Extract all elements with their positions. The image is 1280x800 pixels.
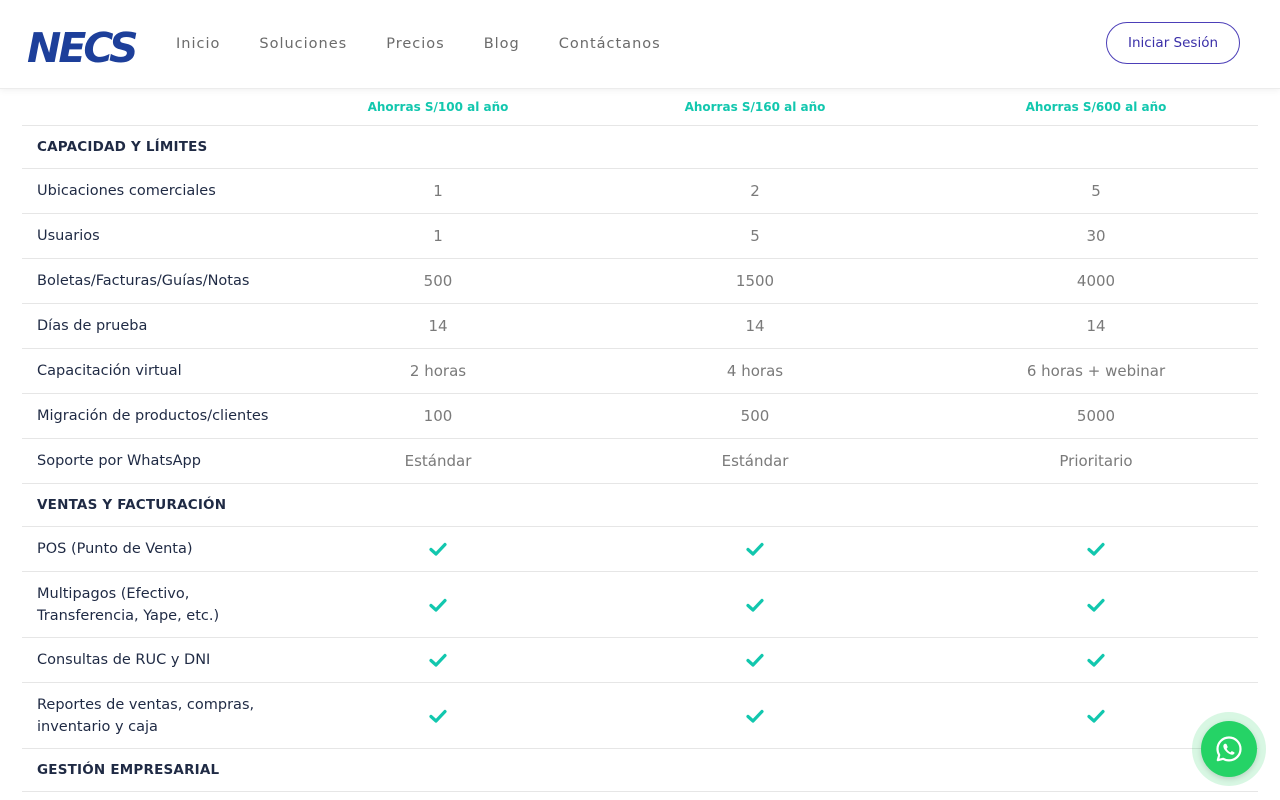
feature-label: Soporte por WhatsApp [37, 453, 201, 469]
section-header-ventas: VENTAS Y FACTURACIÓN [22, 484, 1258, 527]
section-header-capacidad: CAPACIDAD Y LÍMITES [22, 126, 1258, 169]
value-cell: 6 horas + webinar [1026, 362, 1166, 380]
nav-inicio[interactable]: Inicio [176, 35, 220, 53]
table-row: Días de prueba 14 14 14 [22, 304, 1258, 349]
feature-label: Multipagos (Efectivo, Transferencia, Yap… [37, 583, 219, 627]
savings-standard: Ahorras S/160 al año [684, 100, 826, 114]
table-row: Consultas de RUC y DNI [22, 638, 1258, 683]
value-cell: 14 [745, 317, 765, 335]
check-icon [1087, 709, 1105, 723]
table-row: Boletas/Facturas/Guías/Notas 500 1500 40… [22, 259, 1258, 304]
section-title: CAPACIDAD Y LÍMITES [37, 139, 208, 155]
value-cell: 5 [750, 227, 760, 245]
whatsapp-icon [1216, 736, 1242, 762]
table-row: Ubicaciones comerciales 1 2 5 [22, 169, 1258, 214]
value-cell: 5 [1091, 182, 1101, 200]
value-cell: 2 horas [409, 362, 467, 380]
login-button[interactable]: Iniciar Sesión [1106, 22, 1240, 64]
value-cell: 1 [433, 227, 443, 245]
feature-label: Usuarios [37, 228, 100, 244]
whatsapp-button[interactable] [1192, 712, 1266, 786]
table-row: Usuarios 1 5 30 [22, 214, 1258, 259]
feature-label: Boletas/Facturas/Guías/Notas [37, 273, 250, 289]
check-icon [746, 598, 764, 612]
value-cell: 5000 [1076, 407, 1116, 425]
whatsapp-button-inner [1201, 721, 1257, 777]
check-icon [1087, 542, 1105, 556]
necs-logo[interactable]: NECS [27, 22, 137, 68]
nav-contactanos[interactable]: Contáctanos [559, 35, 661, 53]
section-title: VENTAS Y FACTURACIÓN [37, 497, 227, 513]
value-cell: 1 [433, 182, 443, 200]
value-cell: 500 [423, 272, 453, 290]
table-row: POS (Punto de Venta) [22, 527, 1258, 572]
value-cell: Estándar [404, 452, 472, 470]
nav-precios[interactable]: Precios [386, 35, 444, 53]
check-icon [1087, 598, 1105, 612]
section-title: GESTIÓN EMPRESARIAL [37, 762, 220, 778]
feature-label: Ubicaciones comerciales [37, 183, 216, 199]
value-cell: 30 [1086, 227, 1106, 245]
value-cell: Estándar [721, 452, 789, 470]
value-cell: 4000 [1076, 272, 1116, 290]
site-header: NECS Inicio Soluciones Precios Blog Cont… [0, 0, 1280, 89]
check-icon [746, 653, 764, 667]
check-icon [429, 598, 447, 612]
section-header-gestion: GESTIÓN EMPRESARIAL [22, 749, 1258, 792]
table-row: Soporte por WhatsApp Estándar Estándar P… [22, 439, 1258, 484]
value-cell: 2 [750, 182, 760, 200]
feature-label: POS (Punto de Venta) [37, 541, 193, 557]
main-nav: Inicio Soluciones Precios Blog Contáctan… [176, 35, 700, 53]
savings-basic: Ahorras S/100 al año [367, 100, 509, 114]
value-cell: 1500 [735, 272, 775, 290]
nav-soluciones[interactable]: Soluciones [259, 35, 347, 53]
value-cell: 14 [428, 317, 448, 335]
feature-label-line: inventario y caja [37, 718, 158, 735]
table-row: Multipagos (Efectivo, Transferencia, Yap… [22, 572, 1258, 638]
savings-premium: Ahorras S/600 al año [1025, 100, 1167, 114]
value-cell: 100 [423, 407, 453, 425]
check-icon [429, 653, 447, 667]
table-row: Reportes de ventas, compras, inventario … [22, 683, 1258, 749]
feature-label: Reportes de ventas, compras, inventario … [37, 694, 254, 738]
value-cell: Prioritario [1059, 452, 1133, 470]
table-row: Capacitación virtual 2 horas 4 horas 6 h… [22, 349, 1258, 394]
value-cell: 500 [740, 407, 770, 425]
savings-row: Ahorras S/100 al año Ahorras S/160 al añ… [22, 89, 1258, 126]
check-icon [1087, 653, 1105, 667]
feature-label-line: Reportes de ventas, compras, [37, 696, 255, 713]
feature-label: Capacitación virtual [37, 363, 182, 379]
pricing-comparison-table: Ahorras S/100 al año Ahorras S/160 al añ… [22, 89, 1258, 792]
check-icon [746, 542, 764, 556]
nav-blog[interactable]: Blog [484, 35, 520, 53]
value-cell: 4 horas [726, 362, 784, 380]
feature-label: Días de prueba [37, 318, 148, 334]
feature-label-line: Multipagos (Efectivo, [37, 585, 190, 602]
check-icon [429, 709, 447, 723]
value-cell: 14 [1086, 317, 1106, 335]
check-icon [429, 542, 447, 556]
feature-label-line: Transferencia, Yape, etc.) [37, 607, 220, 624]
feature-label: Migración de productos/clientes [37, 408, 269, 424]
check-icon [746, 709, 764, 723]
table-row: Migración de productos/clientes 100 500 … [22, 394, 1258, 439]
feature-label: Consultas de RUC y DNI [37, 652, 211, 668]
